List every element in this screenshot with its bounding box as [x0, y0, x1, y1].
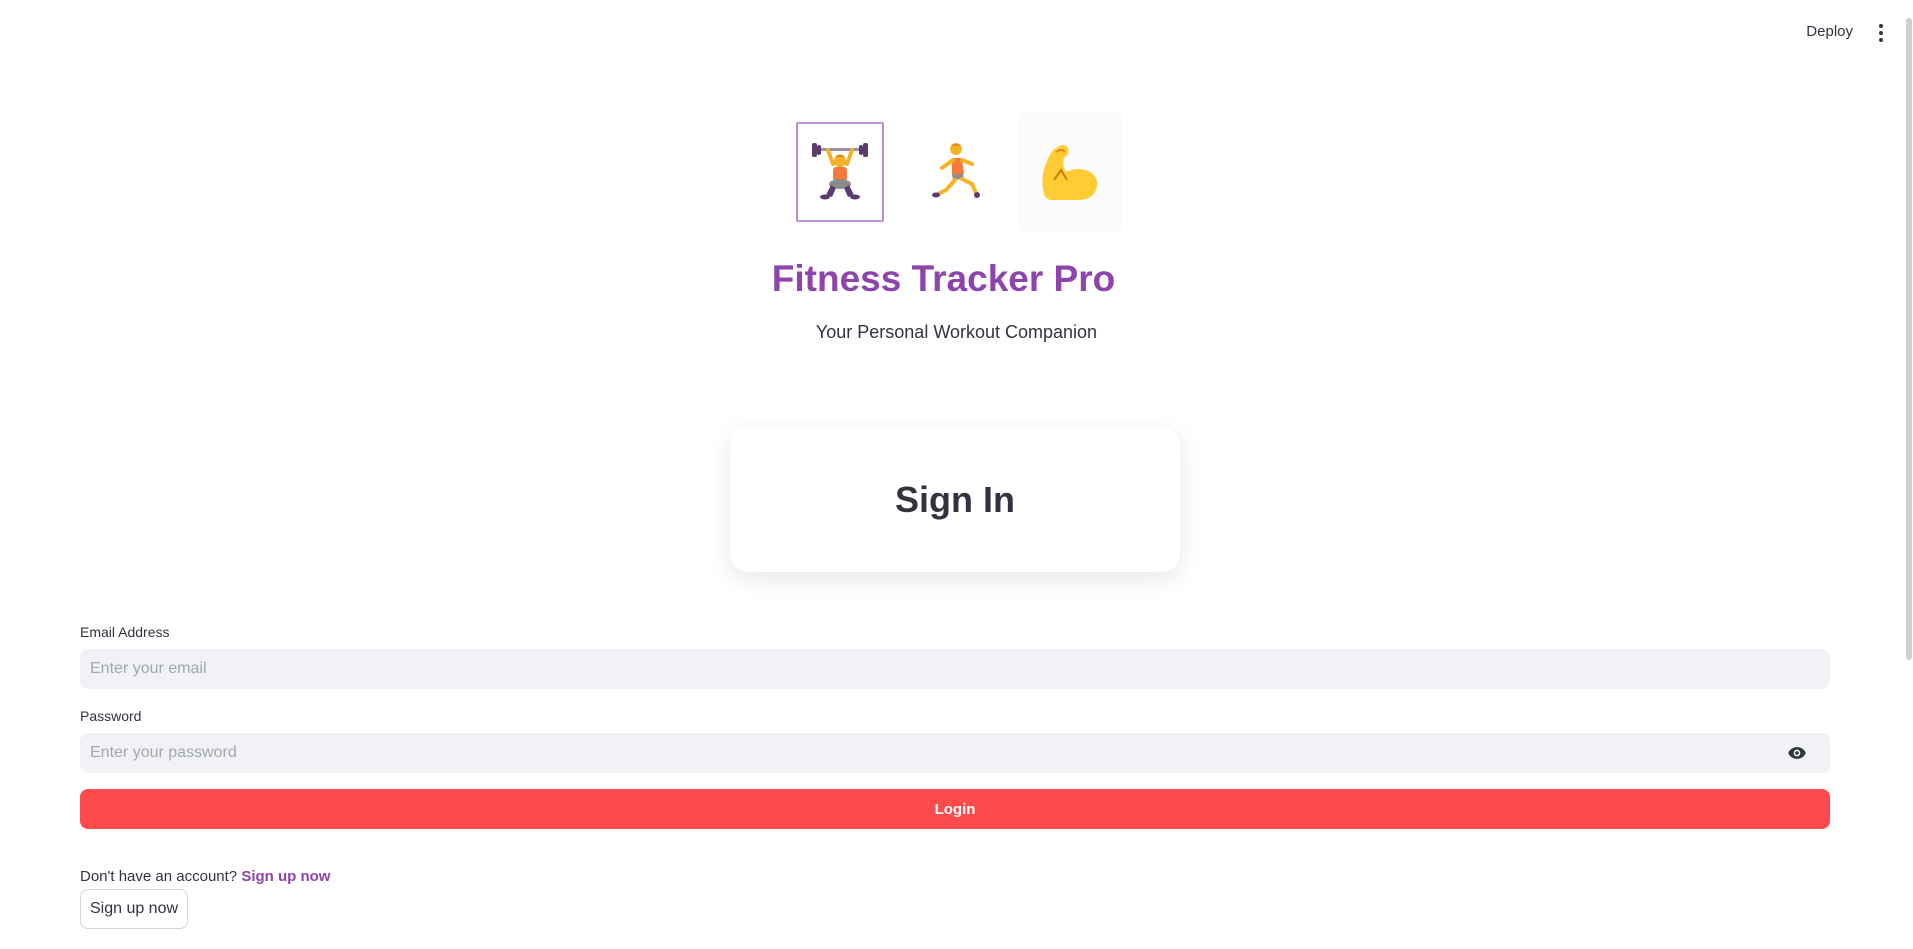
hero-icons [0, 112, 1913, 232]
sign-in-heading: Sign In [895, 478, 1015, 520]
signup-link[interactable]: Sign up now [241, 868, 330, 885]
login-button[interactable]: Login [80, 789, 1830, 829]
signup-button[interactable]: Sign up now [80, 889, 188, 929]
sign-in-card: Sign In [730, 427, 1180, 572]
signup-prompt: Don't have an account? Sign up now [80, 868, 330, 885]
eye-icon[interactable] [1786, 743, 1808, 763]
flexed-biceps-icon [1018, 112, 1122, 232]
app-header: Deploy [0, 0, 1913, 64]
app-title: Fitness Tracker Pro [771, 258, 1116, 299]
signup-prompt-text: Don't have an account? [80, 868, 238, 885]
weightlifter-icon [796, 122, 884, 222]
email-field[interactable] [80, 649, 1830, 689]
password-label: Password [80, 708, 142, 724]
password-field[interactable] [80, 733, 1830, 773]
deploy-button[interactable]: Deploy [1800, 22, 1859, 41]
runner-icon [914, 122, 1002, 218]
kebab-menu-icon[interactable] [1873, 22, 1889, 44]
email-label: Email Address [80, 624, 170, 640]
app-subtitle: Your Personal Workout Companion [815, 322, 1098, 342]
